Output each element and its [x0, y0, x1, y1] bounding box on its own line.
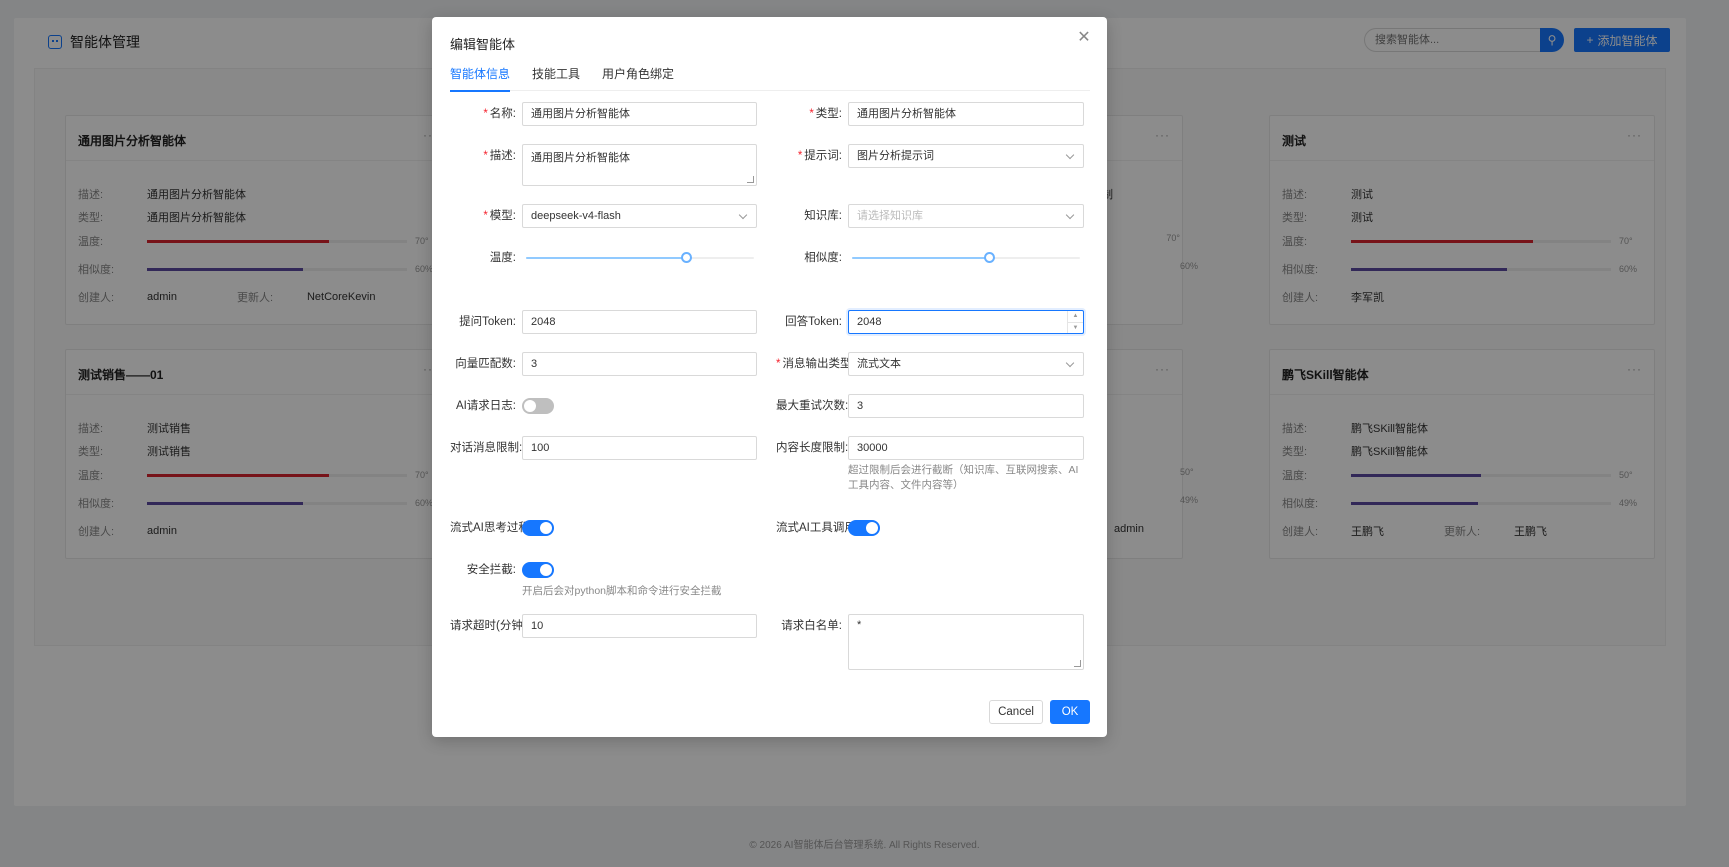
content-limit-help: 超过限制后会进行截断（知识库、互联网搜索、AI工具内容、文件内容等）	[848, 464, 1079, 491]
temperature-slider[interactable]	[526, 246, 754, 270]
slider-handle[interactable]	[983, 252, 995, 263]
field-answer-token: 回答Token: 2048 ▲ ▼	[776, 310, 1084, 334]
tab-skill-tools[interactable]: 技能工具	[532, 65, 580, 91]
field-name: * 名称: 通用图片分析智能体	[450, 102, 757, 126]
field-desc: * 描述: 通用图片分析智能体	[450, 144, 757, 186]
field-temperature: 温度:	[450, 246, 754, 270]
field-whitelist: 请求白名单: *	[776, 614, 1084, 670]
prompt-select[interactable]: 图片分析提示词	[848, 144, 1084, 168]
field-vector-match: 向量匹配数: 3	[450, 352, 757, 376]
ai-log-switch[interactable]	[522, 398, 554, 414]
field-type: * 类型: 通用图片分析智能体	[776, 102, 1084, 126]
desc-textarea[interactable]: 通用图片分析智能体	[522, 144, 757, 186]
name-input[interactable]: 通用图片分析智能体	[522, 102, 757, 126]
similarity-slider[interactable]	[852, 246, 1080, 270]
ask-token-input[interactable]: 2048	[522, 310, 757, 334]
safety-help: 开启后会对python脚本和命令进行安全拦截	[522, 585, 722, 597]
field-timeout: 请求超时(分钟): 10	[450, 614, 757, 638]
cancel-button[interactable]: Cancel	[989, 700, 1043, 724]
tab-user-role-binding[interactable]: 用户角色绑定	[602, 65, 674, 91]
close-icon[interactable]: ✕	[1075, 29, 1093, 47]
chevron-down-icon[interactable]: ▼	[1068, 323, 1083, 334]
tab-agent-info[interactable]: 智能体信息	[450, 65, 511, 92]
model-select[interactable]: deepseek-v4-flash	[522, 204, 757, 228]
field-stream-tool: 流式AI工具调用:	[776, 516, 880, 540]
field-knowledge-base: 知识库: 请选择知识库	[776, 204, 1084, 228]
field-model: * 模型: deepseek-v4-flash	[450, 204, 757, 228]
chevron-up-icon[interactable]: ▲	[1068, 311, 1083, 323]
field-chat-limit: 对话消息限制: 100	[450, 436, 757, 460]
content-limit-input[interactable]: 30000	[848, 436, 1084, 460]
vector-match-input[interactable]: 3	[522, 352, 757, 376]
number-stepper[interactable]: ▲ ▼	[1067, 311, 1083, 333]
output-type-select[interactable]: 流式文本	[848, 352, 1084, 376]
field-prompt: * 提示词: 图片分析提示词	[776, 144, 1084, 168]
whitelist-textarea[interactable]: *	[848, 614, 1084, 670]
field-output-type: * 消息输出类型: 流式文本	[776, 352, 1084, 376]
max-retry-input[interactable]: 3	[848, 394, 1084, 418]
chat-limit-input[interactable]: 100	[522, 436, 757, 460]
footer: © 2026 AI智能体后台管理系统. All Rights Reserved.	[749, 840, 980, 851]
stream-tool-switch[interactable]	[848, 520, 880, 536]
slider-handle[interactable]	[680, 252, 692, 263]
field-safety: 安全拦截: 开启后会对python脚本和命令进行安全拦截	[466, 562, 722, 597]
knowledge-base-select[interactable]: 请选择知识库	[848, 204, 1084, 228]
ok-button[interactable]: OK	[1050, 700, 1090, 724]
field-stream-think: 流式AI思考过程:	[450, 516, 554, 540]
field-ask-token: 提问Token: 2048	[450, 310, 757, 334]
field-ai-log: AI请求日志:	[450, 394, 554, 418]
stream-think-switch[interactable]	[522, 520, 554, 536]
answer-token-input[interactable]: 2048 ▲ ▼	[848, 310, 1084, 334]
field-content-limit: 内容长度限制: 30000 超过限制后会进行截断（知识库、互联网搜索、AI工具内…	[776, 436, 1084, 493]
timeout-input[interactable]: 10	[522, 614, 757, 638]
edit-agent-modal: 编辑智能体 ✕ 智能体信息 技能工具 用户角色绑定 * 名称: 通用图片分析智能体…	[432, 17, 1107, 737]
modal-title: 编辑智能体	[450, 37, 516, 52]
safety-switch[interactable]	[522, 562, 554, 578]
field-max-retry: 最大重试次数: 3	[776, 394, 1084, 418]
type-input[interactable]: 通用图片分析智能体	[848, 102, 1084, 126]
modal-tabs: 智能体信息 技能工具 用户角色绑定	[450, 65, 1090, 92]
field-similarity: 相似度:	[776, 246, 1080, 270]
